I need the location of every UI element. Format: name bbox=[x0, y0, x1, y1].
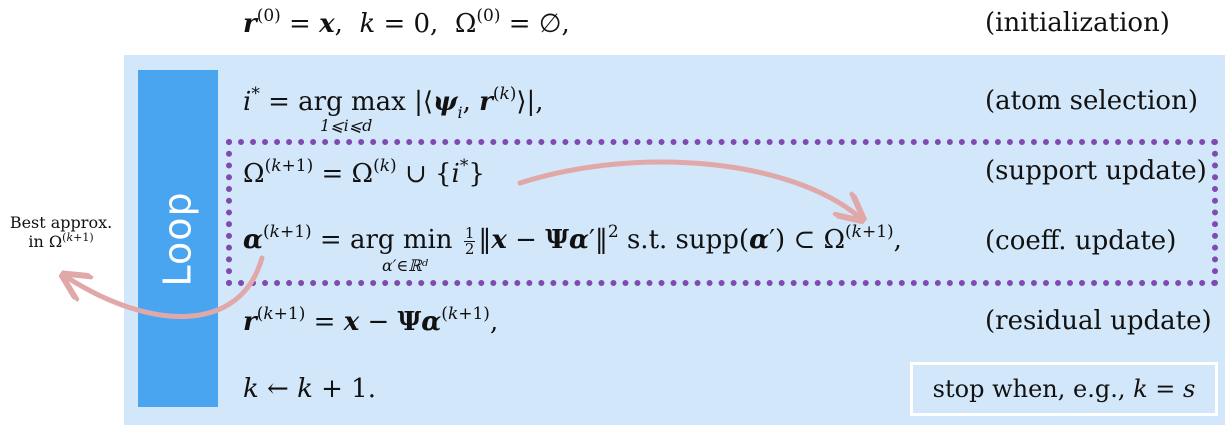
arrows-layer bbox=[0, 159, 1225, 320]
arrow-coeff-to-note bbox=[68, 255, 265, 320]
arrow-support-to-omega bbox=[517, 159, 858, 216]
